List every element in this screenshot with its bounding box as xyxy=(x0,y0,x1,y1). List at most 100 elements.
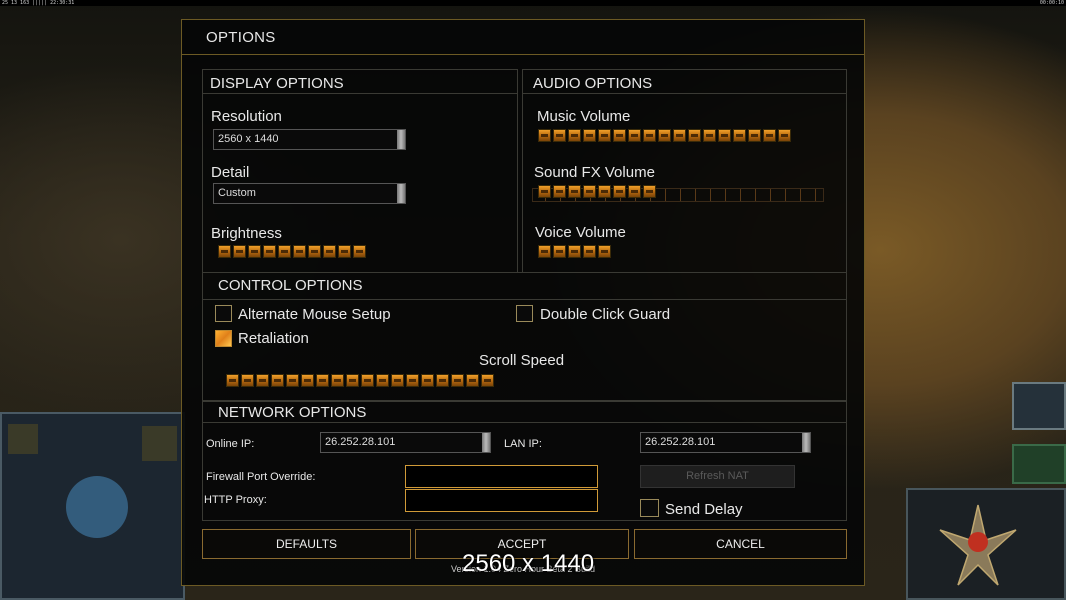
slider-segment xyxy=(293,245,306,258)
slider-segment xyxy=(628,129,641,142)
hud-timer-text: 00:00:10 xyxy=(1039,0,1064,6)
minimap-lake xyxy=(66,476,128,538)
slider-segment xyxy=(248,245,261,258)
resolution-dropdown[interactable]: 2560 x 1440 xyxy=(213,129,406,150)
slider-segment xyxy=(263,245,276,258)
firewall-port-label: Firewall Port Override: xyxy=(206,471,316,483)
defaults-button[interactable]: DEFAULTS xyxy=(202,529,411,559)
slider-segment xyxy=(553,245,566,258)
firewall-port-input[interactable] xyxy=(405,465,598,488)
brightness-slider[interactable] xyxy=(218,245,366,258)
dialog-title: OPTIONS xyxy=(206,29,276,46)
slider-segment xyxy=(361,374,374,387)
slider-segment xyxy=(538,245,551,258)
hud-stats-text: 25 13 163 ||||| 22:30:31 xyxy=(2,0,75,6)
slider-segment xyxy=(451,374,464,387)
slider-segment xyxy=(568,245,581,258)
resolution-label: Resolution xyxy=(211,108,282,125)
brightness-label: Brightness xyxy=(211,225,282,242)
online-ip-dropdown[interactable]: 26.252.28.101 xyxy=(320,432,491,453)
slider-segment xyxy=(778,129,791,142)
slider-segment xyxy=(323,245,336,258)
slider-segment xyxy=(331,374,344,387)
section-divider xyxy=(202,299,847,300)
options-dialog: OPTIONS DISPLAY OPTIONS Resolution 2560 … xyxy=(181,19,865,586)
detail-value: Custom xyxy=(218,187,256,199)
slider-segment xyxy=(613,185,626,198)
slider-segment xyxy=(256,374,269,387)
slider-segment xyxy=(733,129,746,142)
audio-options-heading: AUDIO OPTIONS xyxy=(533,75,653,92)
minimap-base-marker xyxy=(8,424,38,454)
sound-fx-volume-slider[interactable] xyxy=(538,185,656,198)
voice-volume-slider[interactable] xyxy=(538,245,611,258)
slider-segment xyxy=(421,374,434,387)
slider-segment xyxy=(583,129,596,142)
cancel-button[interactable]: CANCEL xyxy=(634,529,847,559)
slider-segment xyxy=(406,374,419,387)
double-click-guard-checkbox[interactable] xyxy=(516,305,533,322)
music-volume-slider[interactable] xyxy=(538,129,791,142)
http-proxy-label: HTTP Proxy: xyxy=(204,494,267,506)
dropdown-arrow-icon[interactable] xyxy=(482,433,490,452)
http-proxy-input[interactable] xyxy=(405,489,598,512)
rank-stars-icon[interactable] xyxy=(1012,444,1066,484)
music-volume-label: Music Volume xyxy=(537,108,631,125)
lan-ip-dropdown[interactable]: 26.252.28.101 xyxy=(640,432,811,453)
minimap-base-marker xyxy=(142,426,177,461)
general-rank-icon[interactable] xyxy=(1012,382,1066,430)
slider-segment xyxy=(643,185,656,198)
slider-segment xyxy=(376,374,389,387)
slider-segment xyxy=(436,374,449,387)
send-delay-label: Send Delay xyxy=(665,501,743,518)
slider-segment xyxy=(271,374,284,387)
retaliation-checkbox[interactable] xyxy=(215,330,232,347)
resolution-overlay-text: 2560 x 1440 xyxy=(462,550,595,577)
slider-segment xyxy=(763,129,776,142)
refresh-nat-button[interactable]: Refresh NAT xyxy=(640,465,795,488)
slider-segment xyxy=(718,129,731,142)
dropdown-arrow-icon[interactable] xyxy=(802,433,810,452)
section-divider xyxy=(202,93,518,94)
display-options-heading: DISPLAY OPTIONS xyxy=(210,75,344,92)
alternate-mouse-checkbox[interactable] xyxy=(215,305,232,322)
slider-segment xyxy=(353,245,366,258)
online-ip-value: 26.252.28.101 xyxy=(325,436,396,448)
slider-segment xyxy=(308,245,321,258)
slider-segment xyxy=(391,374,404,387)
slider-segment xyxy=(338,245,351,258)
network-options-heading: NETWORK OPTIONS xyxy=(218,404,367,421)
scroll-speed-slider[interactable] xyxy=(226,374,494,387)
title-divider xyxy=(182,54,864,55)
slider-segment xyxy=(226,374,239,387)
slider-segment xyxy=(278,245,291,258)
slider-segment xyxy=(218,245,231,258)
double-click-guard-label: Double Click Guard xyxy=(540,306,671,323)
slider-segment xyxy=(688,129,701,142)
hud-top-bar: 25 13 163 ||||| 22:30:31 00:00:10 xyxy=(0,0,1066,6)
lan-ip-value: 26.252.28.101 xyxy=(645,436,716,448)
slider-segment xyxy=(568,185,581,198)
retaliation-label: Retaliation xyxy=(238,330,309,347)
minimap[interactable] xyxy=(0,412,185,600)
slider-segment xyxy=(568,129,581,142)
resolution-value: 2560 x 1440 xyxy=(218,133,279,145)
slider-segment xyxy=(538,185,551,198)
section-divider xyxy=(522,93,847,94)
detail-label: Detail xyxy=(211,164,250,181)
send-delay-checkbox[interactable] xyxy=(640,499,659,517)
slider-segment xyxy=(346,374,359,387)
display-options-section xyxy=(202,69,518,273)
voice-volume-label: Voice Volume xyxy=(535,224,626,241)
slider-segment xyxy=(598,245,611,258)
command-panel xyxy=(906,488,1066,600)
slider-segment xyxy=(553,129,566,142)
slider-segment xyxy=(316,374,329,387)
dropdown-arrow-icon[interactable] xyxy=(397,130,405,149)
online-ip-label: Online IP: xyxy=(206,438,255,450)
slider-segment xyxy=(613,129,626,142)
scroll-speed-label: Scroll Speed xyxy=(479,352,565,369)
slider-segment xyxy=(598,185,611,198)
dropdown-arrow-icon[interactable] xyxy=(397,184,405,203)
detail-dropdown[interactable]: Custom xyxy=(213,183,406,204)
